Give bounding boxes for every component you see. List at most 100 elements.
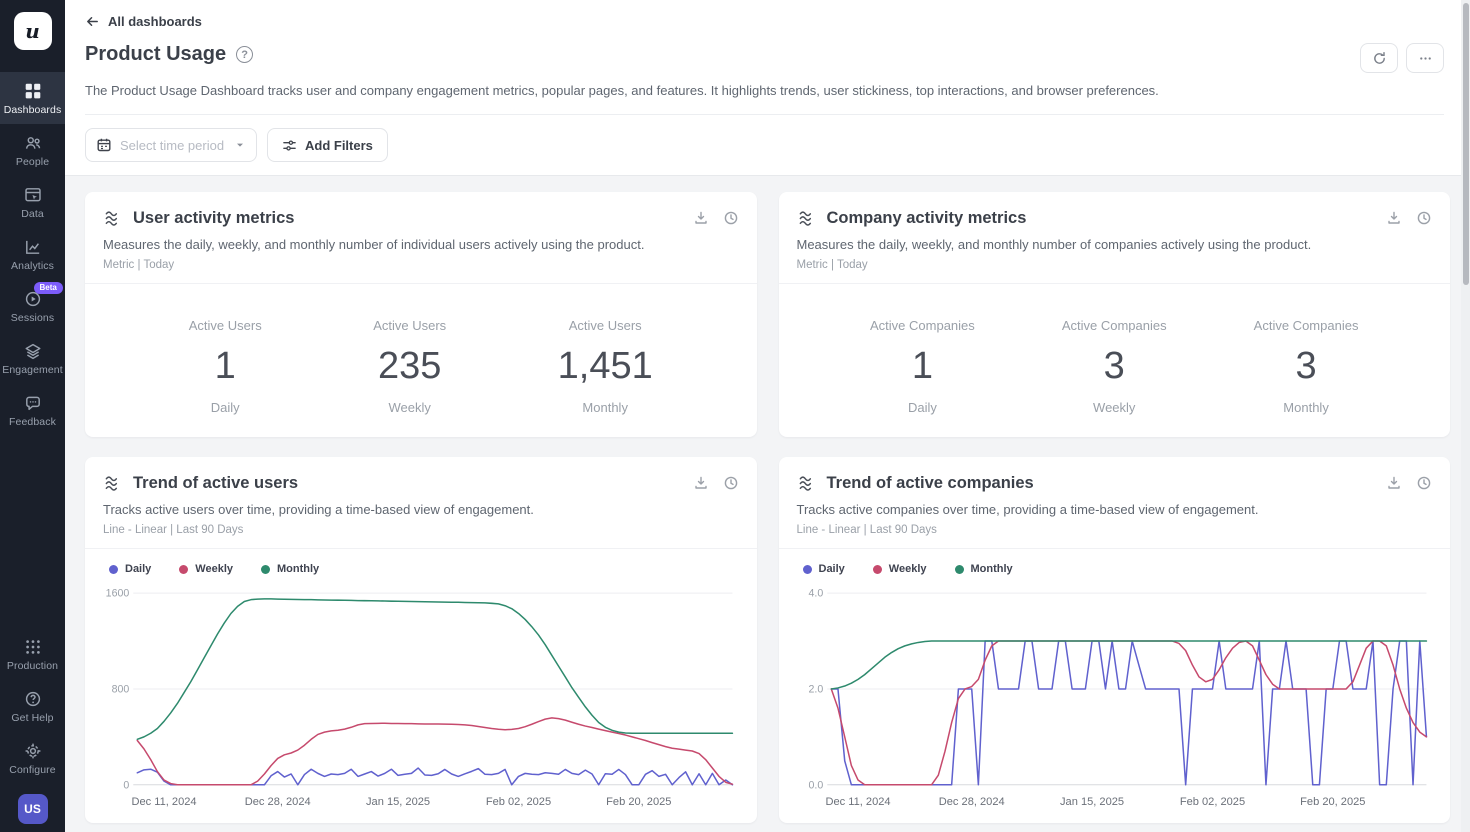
legend-item-monthly[interactable]: Monthly [261, 563, 319, 575]
back-label: All dashboards [108, 14, 202, 29]
sidebar: u Dashboards People Data [0, 0, 65, 832]
metric-monthly-active-companies: Active Companies 3 Monthly [1254, 318, 1359, 415]
analytics-chart-icon [23, 237, 43, 257]
svg-text:Dec 11, 2024: Dec 11, 2024 [825, 796, 890, 808]
feedback-chat-icon [23, 393, 43, 413]
card-title: Trend of active companies [827, 474, 1034, 493]
metric-value: 3 [1295, 345, 1316, 388]
gear-icon [23, 741, 43, 761]
legend-label: Daily [125, 563, 151, 575]
metric-label: Active Companies [1062, 318, 1167, 333]
legend-dot [873, 565, 882, 574]
sidebar-item-label: Feedback [9, 416, 56, 428]
sidebar-item-data[interactable]: Data [0, 176, 65, 228]
chart-legend: Daily Weekly Monthly [803, 563, 1433, 575]
calendar-icon [96, 137, 112, 153]
help-circle-icon [23, 689, 43, 709]
metric-label: Active Users [373, 318, 446, 333]
legend-label: Daily [819, 563, 845, 575]
metric-weekly-active-users: Active Users 235 Weekly [373, 318, 446, 415]
svg-text:Feb 02, 2025: Feb 02, 2025 [486, 796, 551, 808]
sessions-play-icon: Beta [23, 289, 43, 309]
legend-item-weekly[interactable]: Weekly [873, 563, 927, 575]
card-title: Trend of active users [133, 474, 298, 493]
sidebar-item-dashboards[interactable]: Dashboards [0, 72, 65, 124]
trend-waves-icon [797, 473, 817, 493]
clock-icon[interactable] [1416, 210, 1432, 226]
production-grid-icon [23, 637, 43, 657]
clock-icon[interactable] [1416, 475, 1432, 491]
clock-icon[interactable] [723, 475, 739, 491]
sidebar-item-sessions[interactable]: Beta Sessions [0, 280, 65, 332]
sidebar-item-analytics[interactable]: Analytics [0, 228, 65, 280]
page-scrollbar[interactable] [1461, 0, 1470, 832]
metric-value: 3 [1104, 345, 1125, 388]
app-logo[interactable]: u [14, 12, 52, 50]
chevron-down-icon [234, 139, 246, 151]
filters-sliders-icon [282, 138, 297, 153]
card-trend-of-active-companies: Trend of active companies Tracks active … [779, 457, 1451, 823]
active-companies-line-chart[interactable]: 0.02.04.0Dec 11, 2024Dec 28, 2024Jan 15,… [797, 579, 1433, 811]
legend-item-monthly[interactable]: Monthly [955, 563, 1013, 575]
svg-text:Dec 28, 2024: Dec 28, 2024 [245, 796, 311, 808]
trend-waves-icon [797, 208, 817, 228]
sidebar-item-label: Dashboards [4, 104, 62, 116]
sidebar-item-feedback[interactable]: Feedback [0, 384, 65, 436]
legend-item-daily[interactable]: Daily [803, 563, 845, 575]
beta-badge: Beta [34, 282, 63, 294]
sidebar-item-engagement[interactable]: Engagement [0, 332, 65, 384]
download-icon[interactable] [693, 475, 709, 491]
legend-dot [955, 565, 964, 574]
svg-text:Feb 02, 2025: Feb 02, 2025 [1179, 796, 1244, 808]
scrollbar-thumb[interactable] [1463, 3, 1469, 285]
add-filters-label: Add Filters [305, 138, 373, 153]
back-to-dashboards-link[interactable]: All dashboards [85, 14, 202, 29]
metric-value: 235 [378, 345, 441, 388]
sidebar-item-label: Analytics [11, 260, 54, 272]
svg-text:0.0: 0.0 [808, 779, 823, 791]
card-title: User activity metrics [133, 209, 294, 228]
download-icon[interactable] [693, 210, 709, 226]
sidebar-item-configure[interactable]: Configure [0, 732, 65, 784]
more-options-button[interactable] [1406, 43, 1444, 73]
refresh-button[interactable] [1360, 43, 1398, 73]
download-icon[interactable] [1386, 210, 1402, 226]
svg-text:Jan 15, 2025: Jan 15, 2025 [1060, 796, 1124, 808]
legend-dot [261, 565, 270, 574]
help-icon[interactable]: ? [236, 46, 253, 63]
svg-text:Feb 20, 2025: Feb 20, 2025 [1300, 796, 1365, 808]
svg-text:0: 0 [123, 779, 129, 791]
ellipsis-icon [1418, 51, 1433, 66]
chart-legend: Daily Weekly Monthly [109, 563, 739, 575]
active-users-line-chart[interactable]: 08001600Dec 11, 2024Dec 28, 2024Jan 15, … [103, 579, 739, 811]
svg-text:Dec 11, 2024: Dec 11, 2024 [131, 796, 196, 808]
trend-waves-icon [103, 208, 123, 228]
metric-value: 1 [912, 345, 933, 388]
sidebar-nav: Dashboards People Data Analytics [0, 72, 65, 436]
metric-period: Monthly [1283, 400, 1329, 415]
legend-label: Monthly [277, 563, 319, 575]
legend-item-daily[interactable]: Daily [109, 563, 151, 575]
sidebar-item-label: Data [21, 208, 44, 220]
sidebar-item-get-help[interactable]: Get Help [0, 680, 65, 732]
legend-dot [803, 565, 812, 574]
user-avatar[interactable]: US [18, 794, 48, 824]
sidebar-item-label: Sessions [11, 312, 54, 324]
card-description: Measures the daily, weekly, and monthly … [797, 237, 1433, 252]
card-description: Tracks active companies over time, provi… [797, 502, 1433, 517]
sidebar-item-label: Get Help [11, 712, 53, 724]
clock-icon[interactable] [723, 210, 739, 226]
metric-value: 1,451 [558, 345, 653, 388]
add-filters-button[interactable]: Add Filters [267, 128, 388, 162]
sidebar-item-label: Configure [9, 764, 55, 776]
sidebar-item-people[interactable]: People [0, 124, 65, 176]
main-area: All dashboards Product Usage ? The Produ… [65, 0, 1470, 832]
sidebar-item-production[interactable]: Production [0, 628, 65, 680]
legend-label: Weekly [195, 563, 233, 575]
metric-value: 1 [215, 345, 236, 388]
download-icon[interactable] [1386, 475, 1402, 491]
card-meta: Line - Linear | Last 90 Days [103, 524, 739, 536]
legend-item-weekly[interactable]: Weekly [179, 563, 233, 575]
metric-period: Daily [908, 400, 937, 415]
time-period-select[interactable]: Select time period [85, 128, 257, 162]
